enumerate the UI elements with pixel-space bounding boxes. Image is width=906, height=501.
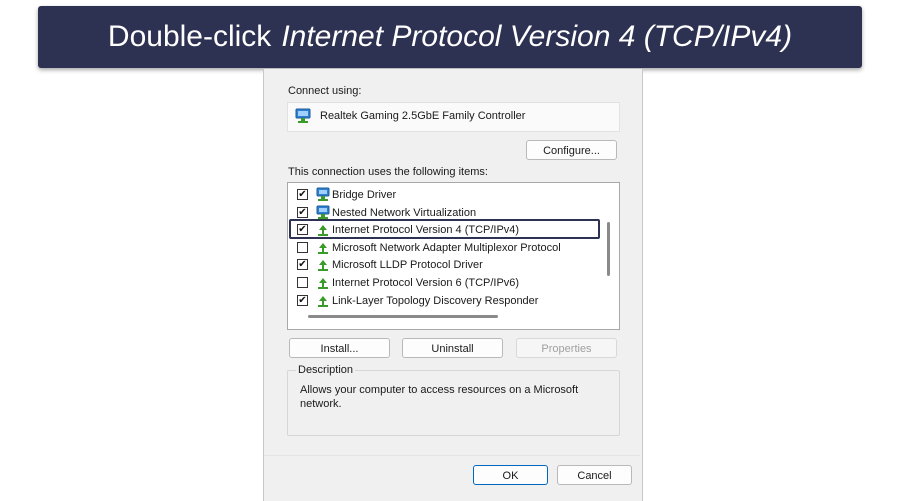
adapter-field: Realtek Gaming 2.5GbE Family Controller: [287, 102, 620, 132]
properties-button[interactable]: Properties: [516, 338, 617, 358]
cancel-button[interactable]: Cancel: [557, 465, 632, 485]
protocol-icon: [315, 257, 331, 273]
protocol-icon: [315, 240, 331, 256]
item-checkbox[interactable]: [297, 277, 308, 288]
footer-divider: [264, 455, 640, 456]
item-label: Bridge Driver: [332, 189, 397, 201]
item-label: Internet Protocol Version 6 (TCP/IPv6): [332, 277, 520, 289]
list-item[interactable]: ✔ Link-Layer Topology Discovery Responder: [288, 292, 608, 310]
description-legend: Description: [296, 364, 356, 376]
item-checkbox[interactable]: ✔: [297, 206, 308, 218]
adapter-name: Realtek Gaming 2.5GbE Family Controller: [320, 110, 526, 122]
item-label: Microsoft LLDP Protocol Driver: [332, 259, 483, 272]
item-label: Nested Network Virtualization: [332, 206, 477, 219]
instruction-banner: Double-click Internet Protocol Version 4…: [38, 6, 862, 68]
item-checkbox[interactable]: ✔: [297, 189, 308, 200]
item-checkbox[interactable]: [297, 241, 308, 253]
items-label: This connection uses the following items…: [288, 166, 488, 178]
list-item[interactable]: Internet Protocol Version 6 (TCP/IPv6): [288, 274, 608, 292]
list-item[interactable]: ✔ Microsoft LLDP Protocol Driver: [288, 256, 608, 274]
banner-emphasis: Internet Protocol Version 4 (TCP/IPv4): [281, 20, 793, 53]
ipv4-highlight-box: [289, 219, 600, 239]
item-checkbox[interactable]: ✔: [297, 294, 308, 306]
ok-button[interactable]: OK: [473, 465, 548, 485]
configure-button[interactable]: Configure...: [526, 140, 617, 160]
install-button[interactable]: Install...: [289, 338, 390, 358]
banner-prefix: Double-click: [107, 20, 272, 53]
list-item[interactable]: ✔ Bridge Driver: [288, 186, 608, 204]
items-list[interactable]: ✔ Bridge Driver ✔ Nested Network Virtualiza…: [287, 182, 620, 330]
item-label: Microsoft Network Adapter Multiplexor Pr…: [332, 241, 561, 254]
list-item[interactable]: Microsoft Network Adapter Multiplexor Pr…: [288, 239, 608, 257]
horizontal-scrollbar[interactable]: [308, 315, 498, 318]
protocol-icon: [315, 293, 331, 309]
network-adapter-icon: [295, 108, 313, 129]
protocol-icon: [315, 275, 331, 291]
vertical-scrollbar[interactable]: [607, 222, 610, 276]
network-adapter-icon: [315, 187, 331, 203]
item-checkbox[interactable]: ✔: [297, 259, 308, 271]
connect-using-label: Connect using:: [288, 85, 362, 97]
description-text: Allows your computer to access resources…: [300, 384, 579, 410]
item-label: Link-Layer Topology Discovery Responder: [332, 294, 539, 307]
uninstall-button[interactable]: Uninstall: [402, 338, 503, 358]
